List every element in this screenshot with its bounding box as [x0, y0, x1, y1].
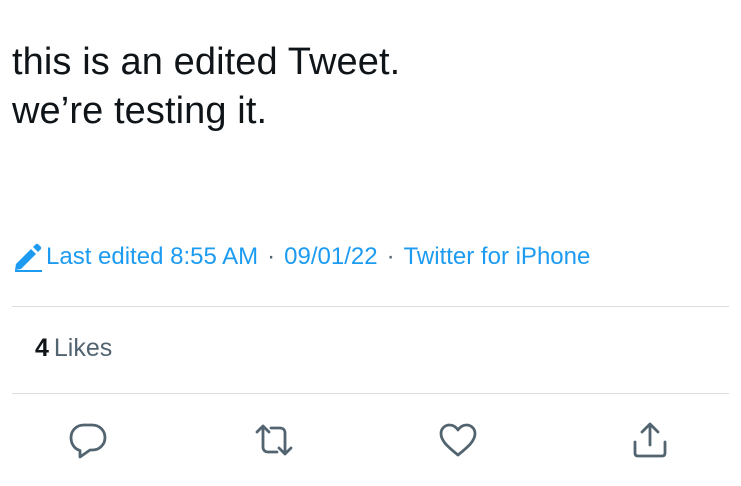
- action-bar: [0, 418, 741, 468]
- likes-count: 4: [35, 334, 49, 362]
- pencil-icon: [12, 242, 44, 272]
- meta-separator: ·: [267, 243, 276, 270]
- retweet-icon: [252, 418, 296, 467]
- divider: [12, 393, 729, 394]
- tweet-meta: Last edited 8:55 AM · 09/01/22 · Twitter…: [12, 240, 590, 274]
- divider: [12, 306, 729, 307]
- like-button[interactable]: [434, 418, 482, 466]
- tweet-text-line-1: this is an edited Tweet.: [12, 41, 401, 83]
- reply-button[interactable]: [64, 418, 112, 466]
- likes-link[interactable]: 4 Likes: [35, 334, 112, 363]
- last-edited-link[interactable]: Last edited 8:55 AM: [46, 243, 258, 271]
- heart-icon: [436, 418, 480, 467]
- tweet-text-line-2: we’re testing it.: [12, 90, 268, 132]
- reply-icon: [66, 418, 110, 467]
- likes-label: Likes: [53, 334, 113, 362]
- tweet-date-link[interactable]: 09/01/22: [284, 243, 377, 271]
- share-icon: [628, 418, 672, 467]
- tweet-source-link[interactable]: Twitter for iPhone: [404, 243, 591, 271]
- share-button[interactable]: [626, 418, 674, 466]
- meta-separator: ·: [386, 243, 395, 270]
- tweet-text: this is an edited Tweet. we’re testing i…: [12, 38, 400, 136]
- retweet-button[interactable]: [250, 418, 298, 466]
